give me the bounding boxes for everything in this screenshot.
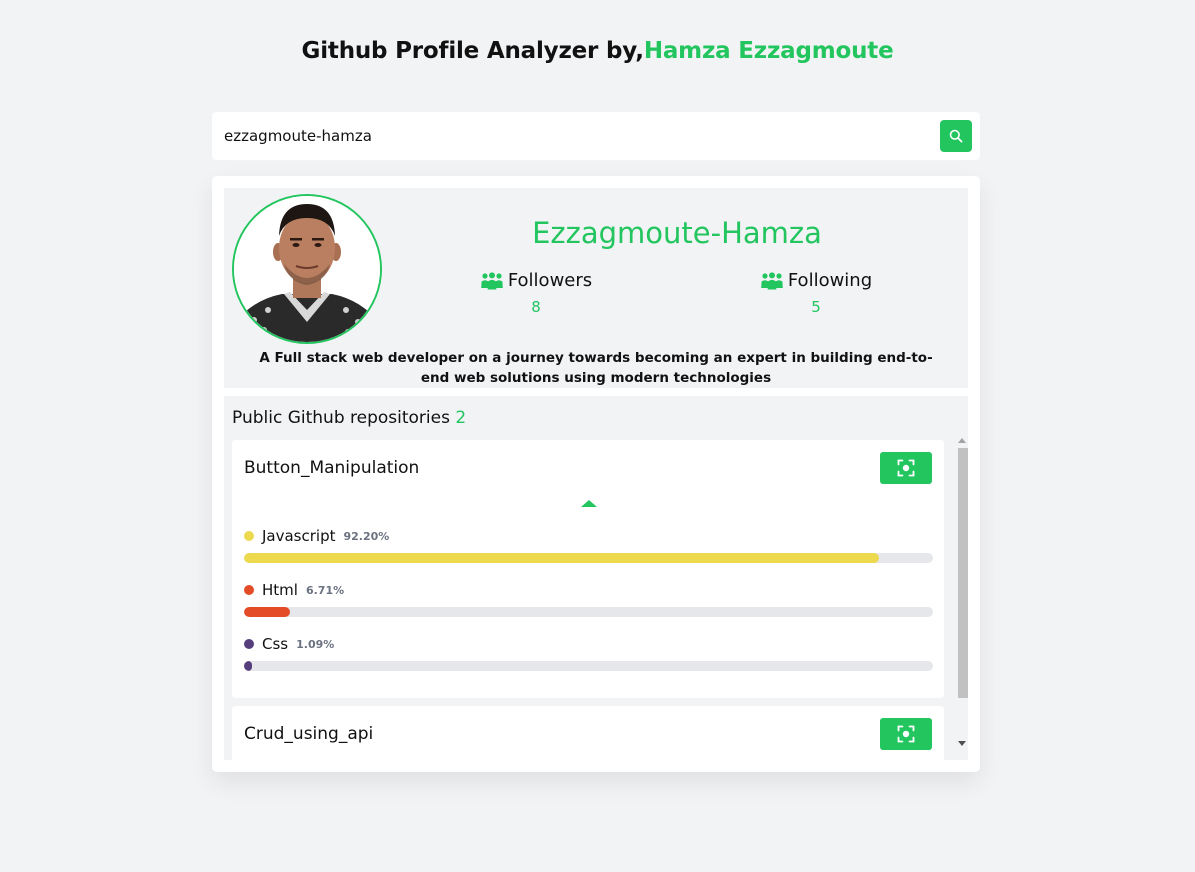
followers-label: Followers <box>507 270 593 291</box>
language-percent: 92.20% <box>343 529 390 543</box>
language-progress-track <box>244 607 933 617</box>
language-row: Css 1.09% <box>244 634 933 671</box>
language-name: Html <box>262 581 298 599</box>
search-input[interactable] <box>212 112 932 160</box>
repo-card: Crud_using_api <box>232 706 944 760</box>
user-name: Ezzagmoute-Hamza <box>532 216 822 250</box>
language-dot <box>244 531 254 541</box>
users-icon <box>481 271 503 289</box>
repo-name: Button_Manipulation <box>244 458 420 478</box>
focus-icon <box>897 459 915 477</box>
language-dot <box>244 585 254 595</box>
users-icon <box>761 271 783 289</box>
language-progress-track <box>244 553 933 563</box>
language-percent: 1.09% <box>296 637 335 651</box>
scroll-thumb[interactable] <box>958 448 968 698</box>
profile-panel: Ezzagmoute-Hamza Followers 8 Following 5… <box>224 188 968 388</box>
repo-view-button[interactable] <box>880 452 932 484</box>
repos-heading-label: Public Github repositories <box>232 408 450 428</box>
avatar <box>232 194 382 344</box>
repos-panel[interactable]: Public Github repositories 2 Button_Mani… <box>224 396 968 760</box>
following-count: 5 <box>811 298 821 316</box>
collapse-toggle-icon[interactable] <box>581 500 597 507</box>
scroll-down-arrow-icon[interactable] <box>958 741 966 746</box>
user-bio: A Full stack web developer on a journey … <box>259 350 933 386</box>
language-percent: 6.71% <box>305 583 345 597</box>
followers-count: 8 <box>531 298 541 316</box>
language-name: Css <box>262 635 289 653</box>
page-title: Github Profile Analyzer by,Hamza Ezzagmo… <box>0 38 1195 64</box>
language-dot <box>244 639 254 649</box>
repos-heading: Public Github repositories 2 <box>232 408 466 428</box>
language-progress-track <box>244 661 933 671</box>
followers-stat: Followers 8 <box>446 270 626 316</box>
repo-name: Crud_using_api <box>244 724 374 744</box>
repos-scrollbar[interactable] <box>956 438 968 750</box>
language-name: Javascript <box>262 527 336 545</box>
focus-icon <box>897 725 915 743</box>
language-progress-fill <box>244 607 291 617</box>
search-bar <box>212 112 980 160</box>
following-stat: Following 5 <box>726 270 906 316</box>
repos-count: 2 <box>455 408 467 428</box>
repo-view-button[interactable] <box>880 718 932 750</box>
language-row: Html 6.71% <box>244 580 933 617</box>
repo-card: Button_Manipulation Javascript 92.20% Ht… <box>232 440 944 698</box>
profile-card: Ezzagmoute-Hamza Followers 8 Following 5… <box>212 176 980 772</box>
scroll-up-arrow-icon[interactable] <box>958 438 966 443</box>
search-icon <box>949 129 963 143</box>
language-row: Javascript 92.20% <box>244 526 933 563</box>
search-button[interactable] <box>940 120 972 152</box>
following-label: Following <box>787 270 873 291</box>
title-prefix: Github Profile Analyzer by, <box>301 38 644 64</box>
language-progress-fill <box>244 661 252 671</box>
title-author: Hamza Ezzagmoute <box>643 38 894 64</box>
language-progress-fill <box>244 553 880 563</box>
